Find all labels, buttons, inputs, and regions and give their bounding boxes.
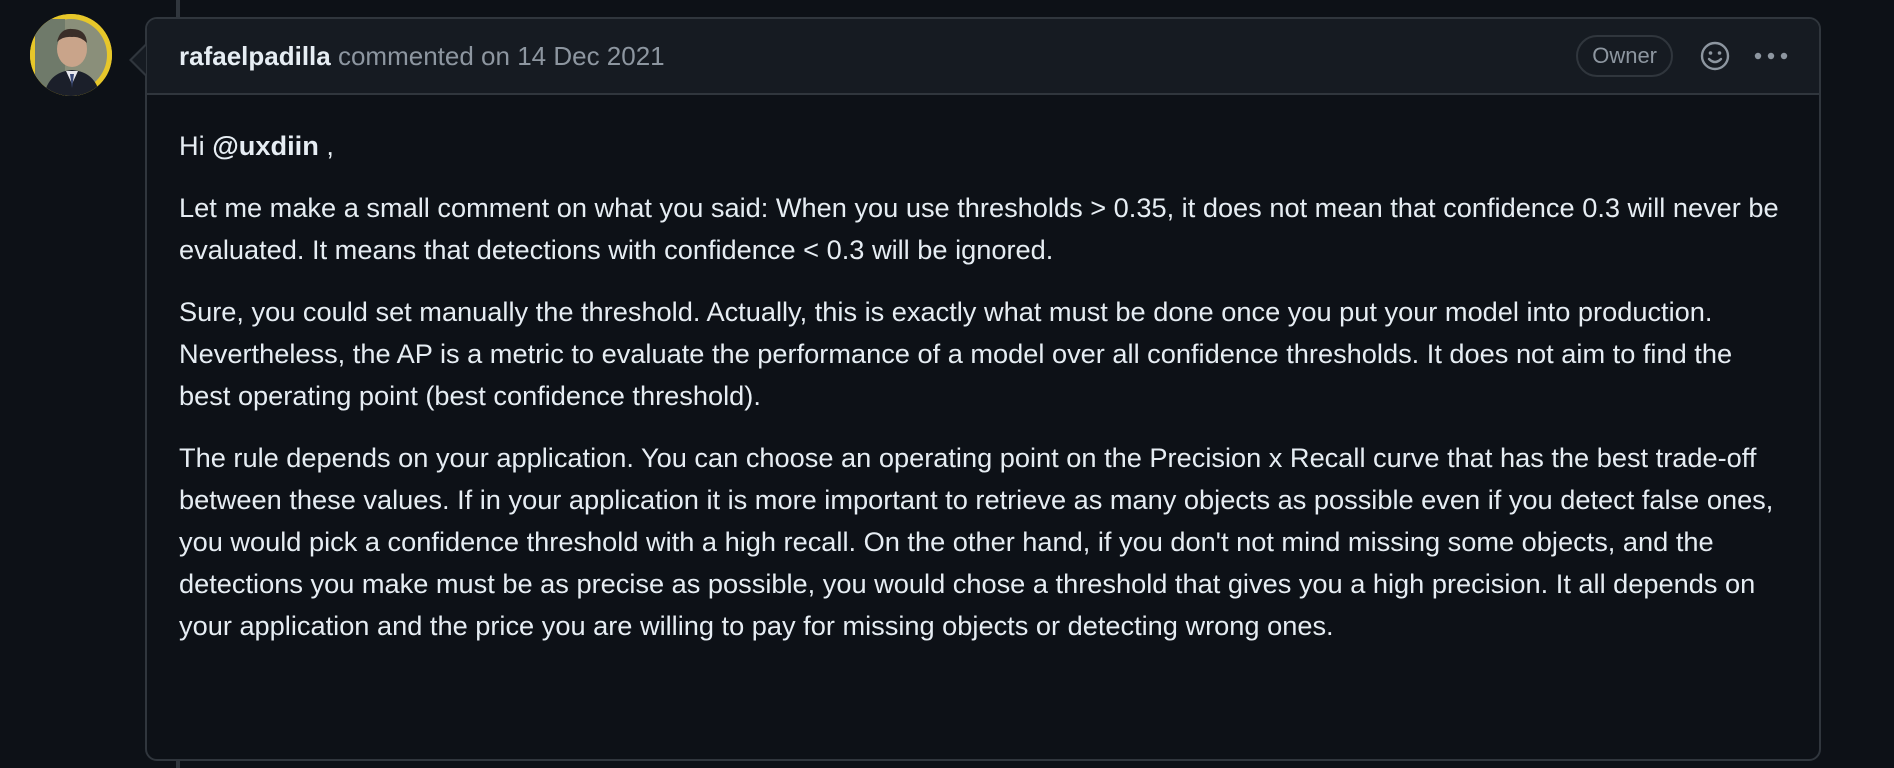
author-link[interactable]: rafaelpadilla <box>179 41 331 71</box>
comment-body: Hi @uxdiin , Let me make a small comment… <box>147 95 1819 647</box>
user-mention-link[interactable]: @uxdiin <box>212 130 319 161</box>
comment-date[interactable]: 14 Dec 2021 <box>517 41 664 71</box>
comment-paragraph: Let me make a small comment on what you … <box>179 192 1779 265</box>
comment-header-text: rafaelpadilla commented on 14 Dec 2021 <box>179 41 1576 72</box>
comment-paragraph: Sure, you could set manually the thresho… <box>179 296 1733 411</box>
comment-box: rafaelpadilla commented on 14 Dec 2021 O… <box>145 17 1821 761</box>
smiley-icon[interactable] <box>1697 38 1733 74</box>
comment-action: commented on <box>337 40 510 71</box>
greeting-prefix: Hi <box>179 130 205 161</box>
avatar[interactable] <box>30 14 112 96</box>
comment-header: rafaelpadilla commented on 14 Dec 2021 O… <box>147 19 1819 95</box>
comment-caret-fill <box>132 46 146 74</box>
kebab-horizontal-icon[interactable] <box>1753 38 1789 74</box>
greeting-suffix: , <box>326 130 334 161</box>
owner-badge: Owner <box>1576 35 1673 77</box>
comment-paragraph: The rule depends on your application. Yo… <box>179 442 1774 641</box>
greeting-paragraph: Hi @uxdiin , <box>179 125 1787 167</box>
